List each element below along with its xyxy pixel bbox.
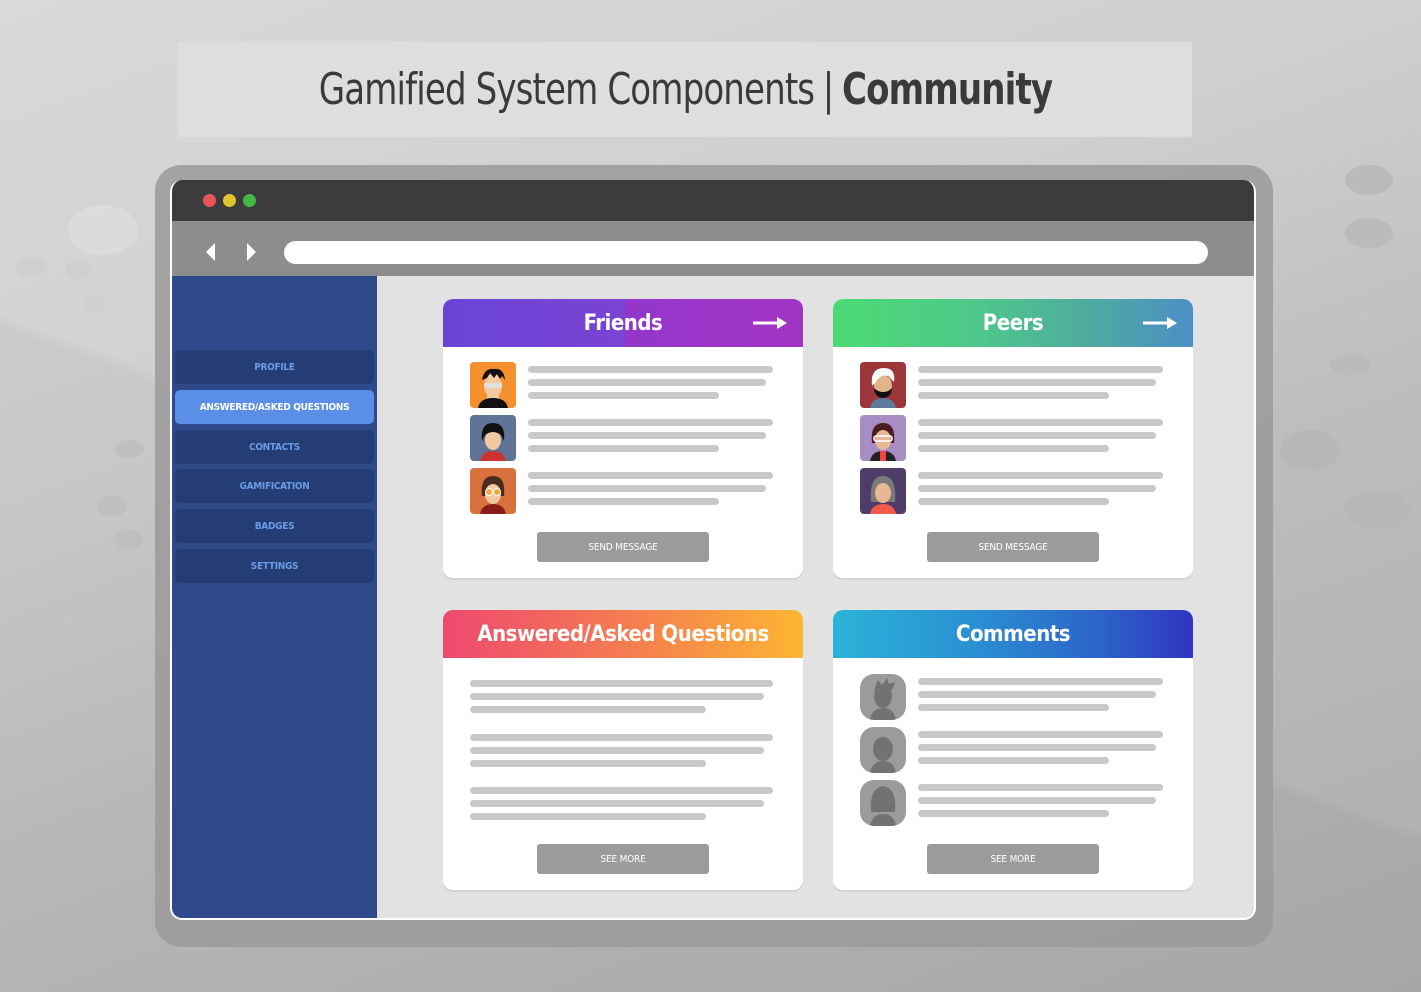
sidebar-item-answered-asked-questions[interactable]: Answered/Asked Questions (175, 390, 374, 424)
text-placeholder (918, 366, 1163, 405)
comments-card-header: Comments (833, 610, 1193, 658)
minimize-window-icon[interactable] (223, 194, 236, 207)
peers-card: Peers Send Message (833, 299, 1193, 578)
text-placeholder (918, 419, 1163, 458)
page-title-bold: Community (841, 64, 1053, 115)
text-placeholder (470, 734, 773, 773)
address-bar[interactable] (284, 241, 1208, 264)
peers-card-title: Peers (982, 310, 1044, 336)
sidebar: Profile Answered/Asked Questions Contact… (172, 276, 377, 918)
avatar (470, 415, 516, 461)
background-node (1280, 430, 1340, 470)
sidebar-item-contacts[interactable]: Contacts (175, 430, 374, 464)
background-node (1345, 490, 1410, 530)
background-node (115, 440, 145, 458)
text-placeholder (918, 784, 1163, 823)
text-placeholder (918, 472, 1163, 511)
comment-list-item[interactable] (860, 727, 1163, 773)
text-placeholder (528, 419, 773, 458)
peers-send-message-button[interactable]: Send Message (927, 532, 1099, 562)
avatar-placeholder (860, 727, 906, 773)
peer-list-item[interactable] (860, 415, 1163, 461)
background-node (1345, 218, 1393, 248)
avatar (860, 415, 906, 461)
comment-list-item[interactable] (860, 780, 1163, 826)
avatar-placeholder (860, 674, 906, 720)
friends-card-header: Friends (443, 299, 803, 347)
friends-card-title: Friends (583, 310, 663, 336)
questions-see-more-button[interactable]: See More (537, 844, 709, 874)
page-content: Profile Answered/Asked Questions Contact… (172, 276, 1254, 918)
background-node (97, 495, 127, 517)
background-node (1345, 165, 1393, 195)
background-node (65, 260, 90, 280)
background-bubble (68, 205, 138, 255)
questions-card: Answered/Asked Questions See More (443, 610, 803, 890)
text-placeholder (918, 678, 1163, 717)
comments-card: Comments See More (833, 610, 1193, 890)
avatar-placeholder (860, 780, 906, 826)
question-list-item[interactable] (470, 680, 773, 726)
background-node (85, 295, 107, 313)
peer-list-item[interactable] (860, 468, 1163, 514)
question-list-item[interactable] (470, 734, 773, 780)
maximize-window-icon[interactable] (243, 194, 256, 207)
browser-toolbar (172, 221, 1254, 276)
background-node (1330, 355, 1370, 375)
friends-card: Friends Send Message (443, 299, 803, 578)
friend-list-item[interactable] (470, 468, 773, 514)
friend-list-item[interactable] (470, 362, 773, 408)
sidebar-item-badges[interactable]: Badges (175, 509, 374, 543)
avatar (470, 468, 516, 514)
peer-list-item[interactable] (860, 362, 1163, 408)
comments-card-title: Comments (955, 621, 1071, 647)
arrow-right-icon[interactable] (1143, 317, 1177, 329)
comment-list-item[interactable] (860, 674, 1163, 720)
text-placeholder (470, 787, 773, 826)
avatar (470, 362, 516, 408)
title-banner: Gamified System Components | Community (178, 42, 1192, 137)
avatar (860, 362, 906, 408)
questions-card-title: Answered/Asked Questions (477, 621, 769, 647)
window-titlebar (172, 180, 1254, 221)
questions-card-header: Answered/Asked Questions (443, 610, 803, 658)
arrow-right-icon[interactable] (753, 317, 787, 329)
background-node (15, 257, 45, 277)
page-title-light: Gamified System Components (318, 64, 814, 115)
avatar (860, 468, 906, 514)
peers-card-header: Peers (833, 299, 1193, 347)
comments-see-more-button[interactable]: See More (927, 844, 1099, 874)
sidebar-item-profile[interactable]: Profile (175, 350, 374, 384)
text-placeholder (528, 472, 773, 511)
text-placeholder (528, 366, 773, 405)
back-arrow-icon[interactable] (206, 243, 215, 261)
question-list-item[interactable] (470, 787, 773, 833)
sidebar-item-settings[interactable]: Settings (175, 549, 374, 583)
background-node (115, 530, 143, 550)
friend-list-item[interactable] (470, 415, 773, 461)
forward-arrow-icon[interactable] (247, 243, 256, 261)
text-placeholder (918, 731, 1163, 770)
browser-window: Profile Answered/Asked Questions Contact… (170, 180, 1256, 920)
friends-send-message-button[interactable]: Send Message (537, 532, 709, 562)
close-window-icon[interactable] (203, 194, 216, 207)
sidebar-item-gamification[interactable]: Gamification (175, 469, 374, 503)
text-placeholder (470, 680, 773, 719)
page-title-separator: | (822, 64, 834, 115)
page-title: Gamified System Components | Community (318, 64, 1052, 115)
